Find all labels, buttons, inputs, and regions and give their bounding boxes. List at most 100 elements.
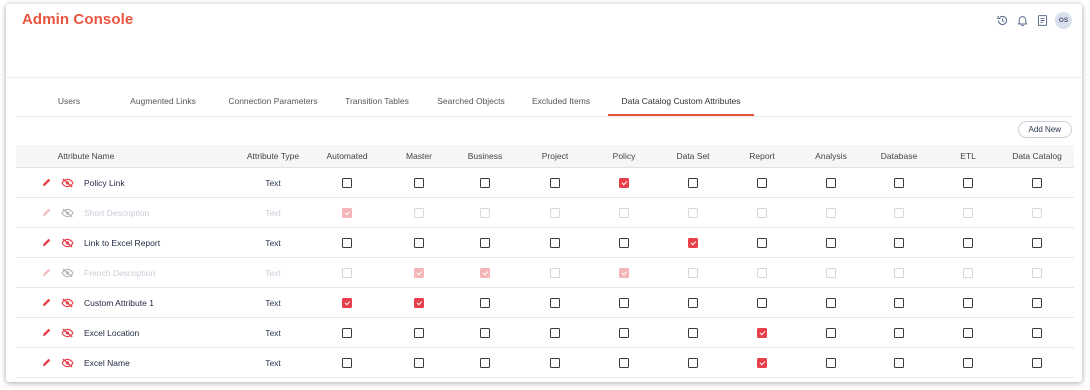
hidden-icon[interactable] <box>61 236 74 249</box>
checkbox-analysis[interactable] <box>826 327 836 338</box>
tab-users[interactable]: Users <box>51 90 87 116</box>
checkbox-project <box>550 207 560 218</box>
checkbox-analysis[interactable] <box>826 357 836 368</box>
checkbox-database[interactable] <box>894 357 904 368</box>
edit-icon[interactable] <box>40 356 53 369</box>
bell-icon[interactable] <box>1015 14 1029 28</box>
checkbox-data-catalog[interactable] <box>1032 237 1042 248</box>
checkbox-automated[interactable] <box>342 237 352 248</box>
column-header[interactable]: Data Catalog <box>987 145 1082 167</box>
checkbox-analysis[interactable] <box>826 237 836 248</box>
checkbox-database[interactable] <box>894 327 904 338</box>
history-icon[interactable] <box>995 14 1009 28</box>
checkbox-report[interactable] <box>757 237 767 248</box>
tab-transition-tables[interactable]: Transition Tables <box>338 90 416 116</box>
tab-data-catalog-custom-attributes[interactable]: Data Catalog Custom Attributes <box>608 90 754 116</box>
checkbox-master[interactable] <box>414 297 424 308</box>
checkbox-cell <box>535 228 575 257</box>
checkbox-policy[interactable] <box>619 297 629 308</box>
checkbox-etl[interactable] <box>963 327 973 338</box>
checkbox-data-catalog[interactable] <box>1032 297 1042 308</box>
checkbox-business[interactable] <box>480 297 490 308</box>
attribute-name: Link to Excel Report <box>84 237 161 248</box>
checkbox-data-set[interactable] <box>688 357 698 368</box>
checkbox-database[interactable] <box>894 297 904 308</box>
checkbox-business[interactable] <box>480 357 490 368</box>
checkbox-cell <box>742 168 782 197</box>
edit-icon[interactable] <box>40 176 53 189</box>
checkbox-policy[interactable] <box>619 237 629 248</box>
attribute-type: Text <box>265 357 281 368</box>
checkbox-etl[interactable] <box>963 177 973 188</box>
checkbox-analysis[interactable] <box>826 177 836 188</box>
checkbox-business[interactable] <box>480 177 490 188</box>
table-row: French Description Text <box>16 258 1074 288</box>
checkbox-report[interactable] <box>757 327 767 338</box>
checkbox-master[interactable] <box>414 177 424 188</box>
checkbox-policy[interactable] <box>619 357 629 368</box>
checkbox-etl[interactable] <box>963 297 973 308</box>
checkbox-master[interactable] <box>414 357 424 368</box>
checkbox-automated[interactable] <box>342 327 352 338</box>
checkbox-data-set[interactable] <box>688 297 698 308</box>
tab-augmented-links[interactable]: Augmented Links <box>124 90 202 116</box>
checkbox-data-set <box>688 267 698 278</box>
edit-icon[interactable] <box>40 236 53 249</box>
checkbox-cell <box>948 258 988 287</box>
checkbox-report[interactable] <box>757 357 767 368</box>
checkbox-database[interactable] <box>894 237 904 248</box>
hidden-icon[interactable] <box>61 326 74 339</box>
edit-icon[interactable] <box>40 266 53 279</box>
checkbox-etl[interactable] <box>963 237 973 248</box>
checkbox-data-catalog[interactable] <box>1032 327 1042 338</box>
edit-icon[interactable] <box>40 326 53 339</box>
checkbox-database <box>894 267 904 278</box>
edit-icon[interactable] <box>40 296 53 309</box>
hidden-icon[interactable] <box>61 356 74 369</box>
checkbox-project <box>550 267 560 278</box>
checkbox-project[interactable] <box>550 237 560 248</box>
checkbox-automated[interactable] <box>342 177 352 188</box>
checkbox-cell <box>673 198 713 227</box>
checkbox-cell <box>604 198 644 227</box>
checkbox-business[interactable] <box>480 237 490 248</box>
add-new-button[interactable]: Add New <box>1017 121 1072 138</box>
checkbox-report[interactable] <box>757 177 767 188</box>
tab-excluded-items[interactable]: Excluded Items <box>526 90 596 116</box>
checkbox-project[interactable] <box>550 297 560 308</box>
hidden-icon[interactable] <box>61 176 74 189</box>
checkbox-data-set[interactable] <box>688 237 698 248</box>
checkbox-policy[interactable] <box>619 177 629 188</box>
avatar[interactable]: OS <box>1055 12 1072 29</box>
edit-icon[interactable] <box>40 206 53 219</box>
checkbox-analysis[interactable] <box>826 297 836 308</box>
checkbox-cell <box>535 198 575 227</box>
column-header[interactable]: Attribute Name <box>36 145 136 167</box>
hidden-icon[interactable] <box>61 206 74 219</box>
checkbox-master[interactable] <box>414 237 424 248</box>
checkbox-project[interactable] <box>550 357 560 368</box>
checkbox-report[interactable] <box>757 297 767 308</box>
checkbox-cell <box>604 348 644 377</box>
checkbox-database[interactable] <box>894 177 904 188</box>
checkbox-data-set[interactable] <box>688 177 698 188</box>
checkbox-automated[interactable] <box>342 357 352 368</box>
checkbox-data-set[interactable] <box>688 327 698 338</box>
checkbox-master[interactable] <box>414 327 424 338</box>
tab-searched-objects[interactable]: Searched Objects <box>431 90 511 116</box>
checkbox-project[interactable] <box>550 177 560 188</box>
checkbox-data-catalog[interactable] <box>1032 357 1042 368</box>
tab-connection-parameters[interactable]: Connection Parameters <box>222 90 324 116</box>
checkbox-policy[interactable] <box>619 327 629 338</box>
checkbox-cell <box>1017 318 1057 347</box>
hidden-icon[interactable] <box>61 266 74 279</box>
checkbox-cell <box>811 318 851 347</box>
checkbox-etl[interactable] <box>963 357 973 368</box>
header-icons: OS <box>995 12 1072 29</box>
checkbox-automated[interactable] <box>342 297 352 308</box>
notes-icon[interactable] <box>1035 14 1049 28</box>
checkbox-business[interactable] <box>480 327 490 338</box>
hidden-icon[interactable] <box>61 296 74 309</box>
checkbox-data-catalog[interactable] <box>1032 177 1042 188</box>
checkbox-project[interactable] <box>550 327 560 338</box>
